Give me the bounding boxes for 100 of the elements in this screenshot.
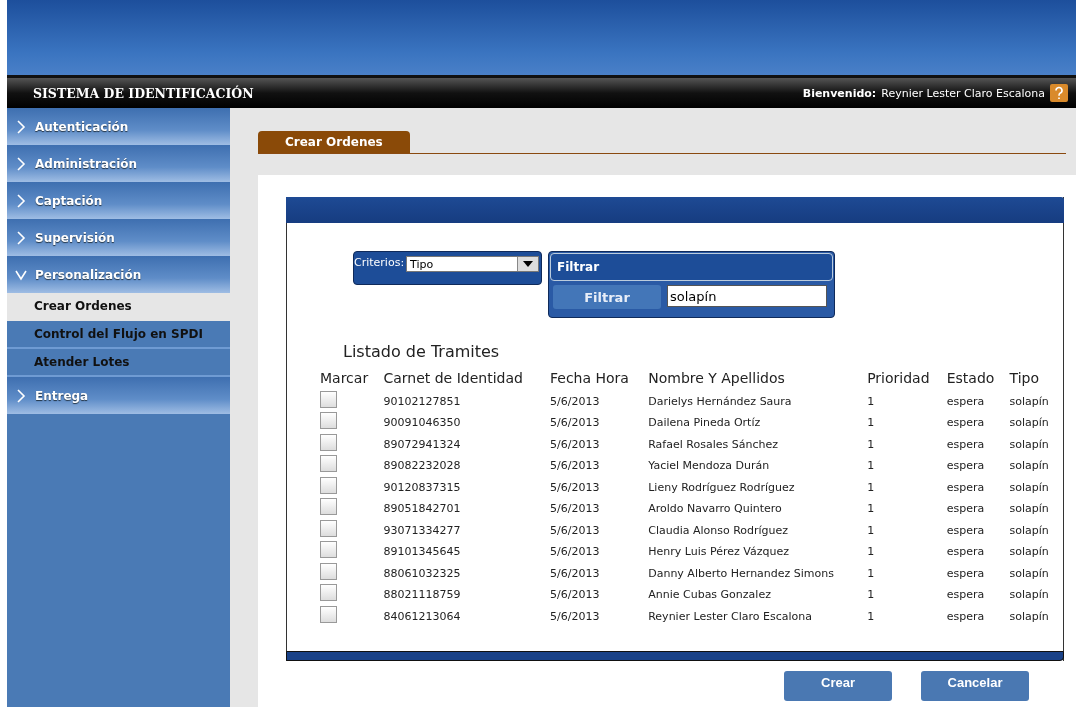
table-cell: 5/6/2013 <box>550 416 600 429</box>
table-cell: Yaciel Mendoza Durán <box>648 459 770 472</box>
table-cell: 90102127851 <box>383 394 461 408</box>
table-cell: espera <box>946 416 985 429</box>
table-cell: espera <box>946 459 985 472</box>
checkbox[interactable] <box>320 476 337 494</box>
column-header: Nombre Y Apellidos <box>648 370 785 386</box>
criteria-dropdown[interactable]: Tipo <box>406 256 540 272</box>
checkbox[interactable] <box>320 433 337 451</box>
table-cell: solapín <box>1009 523 1049 537</box>
table-cell: 5/6/2013 <box>550 480 600 494</box>
table-cell: 5/6/2013 <box>550 459 600 472</box>
table-cell: 1 <box>867 437 875 451</box>
table-cell: espera <box>946 523 985 537</box>
table-cell: 88061032325 <box>383 566 461 580</box>
action-button[interactable]: Crear <box>784 671 892 701</box>
table-cell: solapín <box>1009 480 1049 494</box>
table-cell: 1 <box>867 416 875 429</box>
table-cell: Claudia Alonso Rodríguez <box>648 523 789 537</box>
checkbox[interactable] <box>320 498 337 515</box>
table-cell: 1 <box>867 480 875 494</box>
welcome-label: Bienvenido: <box>802 86 877 100</box>
table-cell: 5/6/2013 <box>550 545 600 558</box>
table-cell: 88021118759 <box>383 588 461 601</box>
table-cell: 1 <box>867 502 875 515</box>
table-cell: 1 <box>867 609 875 623</box>
checkbox[interactable] <box>320 562 337 580</box>
list-title: Listado de Tramites <box>343 342 501 361</box>
checkbox[interactable] <box>320 584 337 601</box>
criteria-label: Criterios: <box>354 256 405 269</box>
help-icon[interactable] <box>1050 84 1068 102</box>
column-header: Tipo <box>1009 370 1039 386</box>
table-cell: espera <box>946 480 985 494</box>
chevron-right-icon <box>15 388 27 403</box>
tab[interactable]: Crear Ordenes <box>258 131 410 153</box>
chevron-right-icon <box>15 156 27 171</box>
table-cell: solapín <box>1009 416 1049 429</box>
checkbox[interactable] <box>320 390 337 408</box>
table-cell: Reynier Lester Claro Escalona <box>648 609 812 623</box>
table-cell: 1 <box>867 545 875 558</box>
menu-item[interactable]: Crear Ordenes <box>7 293 230 321</box>
table-cell: 1 <box>867 394 875 408</box>
column-header: Estado <box>946 370 995 386</box>
table-cell: 5/6/2013 <box>550 588 600 601</box>
table-cell: espera <box>946 609 985 623</box>
table-cell: 89101345645 <box>383 545 461 558</box>
action-button[interactable]: Cancelar <box>921 671 1029 701</box>
table-cell: 84061213064 <box>383 609 461 623</box>
menu-section[interactable]: Captación <box>7 182 230 219</box>
table-cell: espera <box>946 437 985 451</box>
table-cell: Darielys Hernández Saura <box>648 394 792 408</box>
checkbox[interactable] <box>320 541 337 558</box>
column-header: Prioridad <box>867 370 930 386</box>
filter-field[interactable]: solapín <box>667 285 827 307</box>
table-cell: Aroldo Navarro Quintero <box>648 502 782 515</box>
column-header: Marcar <box>320 370 369 386</box>
table-cell: solapín <box>1009 502 1049 515</box>
chevron-right-icon <box>15 193 27 208</box>
table-cell: 90120837315 <box>383 480 461 494</box>
table-cell: solapín <box>1009 459 1049 472</box>
table-cell: 5/6/2013 <box>550 609 600 623</box>
table-cell: espera <box>946 545 985 558</box>
table-cell: espera <box>946 588 985 601</box>
checkbox[interactable] <box>320 605 337 623</box>
table-cell: Annie Cubas Gonzalez <box>648 588 771 601</box>
filter-title: Filtrar <box>550 253 833 281</box>
column-header: Carnet de Identidad <box>383 370 523 386</box>
menu-section[interactable]: Autenticación <box>7 108 230 145</box>
chevron-right-icon <box>15 230 27 245</box>
table-cell: 1 <box>867 459 875 472</box>
table-cell: 5/6/2013 <box>550 566 600 580</box>
table-cell: espera <box>946 394 985 408</box>
menu-section[interactable]: Entrega <box>7 377 230 414</box>
table-cell: solapín <box>1009 588 1049 601</box>
filter-button[interactable]: Filtrar <box>553 285 661 309</box>
table-cell: espera <box>946 566 985 580</box>
table-cell: solapín <box>1009 437 1049 451</box>
table-cell: 89082232028 <box>383 459 461 472</box>
table-cell: 5/6/2013 <box>550 394 600 408</box>
checkbox[interactable] <box>320 455 337 472</box>
table-cell: Lieny Rodríguez Rodríguez <box>648 480 795 494</box>
menu-section[interactable]: Personalización <box>7 256 230 293</box>
menu-section[interactable]: Administración <box>7 145 230 182</box>
table-cell: 5/6/2013 <box>550 437 600 451</box>
table-cell: Dailena Pineda Ortíz <box>648 416 761 429</box>
table-cell: 89072941324 <box>383 437 461 451</box>
chevron-right-icon <box>15 119 27 134</box>
table-cell: Danny Alberto Hernandez Simons <box>648 566 835 580</box>
table-cell: solapín <box>1009 545 1049 558</box>
table-cell: Henry Luis Pérez Vázquez <box>648 545 789 558</box>
app-title: SISTEMA DE IDENTIFICACIÓN <box>33 85 254 101</box>
table-cell: 1 <box>867 523 875 537</box>
checkbox[interactable] <box>320 412 337 429</box>
table-cell: solapín <box>1009 394 1049 408</box>
table-cell: 5/6/2013 <box>550 502 600 515</box>
menu-section[interactable]: Supervisión <box>7 219 230 256</box>
table-cell: 1 <box>867 588 875 601</box>
table-cell: 5/6/2013 <box>550 523 600 537</box>
column-header: Fecha Hora <box>550 370 629 386</box>
checkbox[interactable] <box>320 519 337 537</box>
